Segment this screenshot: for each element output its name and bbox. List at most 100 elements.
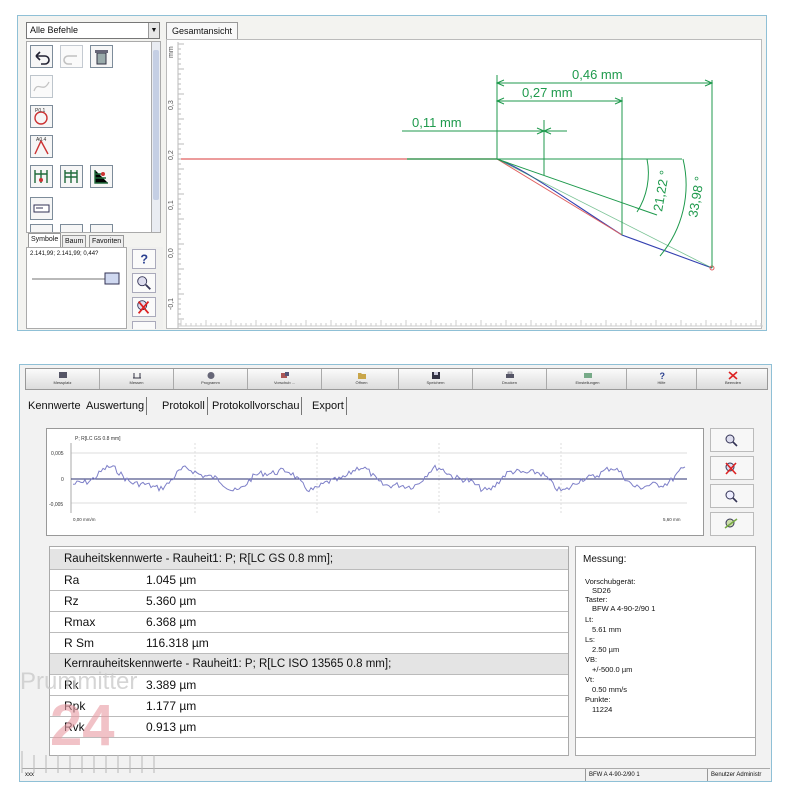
zoom-fit-button[interactable] [710, 512, 754, 536]
toolbar-button-save[interactable]: Speichern [399, 369, 473, 389]
status-probe: BFW A 4-90-2/90 1 [585, 769, 640, 781]
dimension-parallel-icon[interactable] [60, 165, 83, 188]
point-distance-icon[interactable]: P0.1 [30, 105, 53, 128]
roughness-section-header: Rauheitskennwerte - Rauheit1: P; R[LC GS… [50, 549, 568, 570]
coordinates-readout: 2.141,99; 2.141,99; 0,44? [30, 251, 99, 257]
zoom-out-icon [725, 490, 738, 503]
table-row: R Sm 116.318 µm [50, 633, 568, 654]
measure-icon [132, 373, 141, 379]
text-field-icon[interactable] [30, 197, 53, 220]
measurement-info-panel: Messung: Vorschubgerät: SD26 Taster: BFW… [575, 546, 756, 756]
command-filter-dropdown[interactable]: Alle Befehle ▼ [26, 22, 160, 39]
tab-parameters[interactable]: Kennwerte [26, 397, 83, 415]
info-value: 5.61 mm [592, 625, 622, 634]
info-value: 0.50 mm/s [592, 685, 628, 694]
toolbar-button-feed[interactable]: Vorschub ... [248, 369, 322, 389]
dimension-chain-icon[interactable] [30, 165, 53, 188]
tab-favorites[interactable]: Favoriten [89, 235, 125, 247]
table-row: Ra 1.045 µm [50, 570, 568, 591]
zoom-icon [725, 434, 738, 447]
info-value: SD26 [592, 586, 611, 595]
measurement-title: Messung: [583, 554, 627, 565]
info-label: VB: [585, 655, 598, 664]
toolbar-button-settings[interactable]: Einstellungen [549, 369, 627, 389]
print-icon [505, 371, 514, 378]
dimension-coordinate-icon[interactable] [90, 165, 113, 188]
tab-export[interactable]: Export [310, 397, 347, 415]
svg-text:?: ? [140, 253, 148, 267]
more-tool-icon-2[interactable] [90, 224, 113, 232]
roughness-profile-graph: P; R[LC GS 0.8 mm] 0,005 0 -0,005 0,00 m… [46, 428, 704, 536]
cancel-zoom-icon[interactable] [132, 297, 156, 317]
toolbar-button-workplace[interactable]: Messplatz [26, 369, 100, 389]
info-value: 2.50 µm [592, 645, 620, 654]
roughness-software-window: Messplatz Messen Programm Vorschub ... Ö… [19, 364, 772, 782]
measured-profile-slope-red [496, 158, 623, 236]
table-row: Rmax 6.368 µm [50, 612, 568, 633]
chevron-down-icon[interactable]: ▼ [148, 23, 159, 38]
help-icon: ? [659, 371, 665, 380]
table-row: Rpk 1.177 µm [50, 696, 568, 717]
tab-overview[interactable]: Gesamtansicht [166, 22, 239, 39]
status-left: xxx [25, 772, 34, 778]
redo-icon[interactable] [60, 45, 83, 68]
curve-icon[interactable] [30, 75, 53, 98]
y-tick-label: 0,0 [168, 248, 175, 258]
tab-tree[interactable]: Baum [62, 235, 87, 247]
parameter-name: Rz [64, 594, 79, 608]
save-icon [431, 372, 440, 379]
program-icon [207, 372, 214, 379]
x-start-label: 0,00 mm/m [73, 517, 96, 522]
parameter-table: Rauheitskennwerte - Rauheit1: P; R[LC GS… [49, 546, 569, 756]
info-value: BFW A 4-90-2/90 1 [592, 604, 656, 613]
parameter-value: 3.389 µm [146, 678, 197, 692]
profile-title: P; R[LC GS 0.8 mm] [75, 436, 121, 442]
parameter-value: 6.368 µm [146, 615, 197, 629]
y-tick-label: 0,1 [168, 200, 175, 210]
zoom-icon[interactable] [132, 273, 156, 293]
zoom-in-button[interactable] [710, 428, 754, 452]
angle-leg-small [496, 158, 658, 216]
toolbar-button-open[interactable]: Öffnen [325, 369, 399, 389]
info-value: 11224 [592, 705, 613, 714]
tab-symbols[interactable]: Symbole [28, 233, 62, 247]
toolbar-button-measure[interactable]: Messen [100, 369, 174, 389]
svg-text:P0.1: P0.1 [35, 108, 46, 114]
angle-icon[interactable]: A0.4 [30, 135, 53, 158]
tab-protocol-preview[interactable]: Protokollvorschau [210, 397, 303, 415]
toolbar-button-program[interactable]: Programm [174, 369, 248, 389]
y-tick-label: -0,1 [168, 298, 175, 310]
parameter-name: Rmax [64, 615, 96, 629]
parameter-value: 0.913 µm [146, 720, 197, 734]
parameter-name: Ra [64, 573, 80, 587]
undo-icon[interactable] [30, 45, 53, 68]
core-roughness-section-header: Kernrauheitskennwerte - Rauheit1: P; R[L… [50, 654, 568, 675]
y-tick-label: 0 [61, 477, 64, 483]
more-tool-icon[interactable] [60, 224, 83, 232]
delete-icon[interactable] [90, 45, 113, 68]
help-icon[interactable]: ? [132, 249, 156, 269]
y-tick-label: 0,005 [51, 451, 64, 457]
angle-label-large: 33,98 ° [685, 175, 707, 218]
more-side-button[interactable] [132, 321, 156, 329]
tab-evaluation[interactable]: Auswertung [84, 397, 148, 415]
toolbar-button-print[interactable]: Drucken [473, 369, 547, 389]
contour-plot: mm 0,3 0,2 0,1 0,0 -0,1 0,11 mm 0,27 mm … [166, 39, 763, 329]
zoom-out-button[interactable] [710, 484, 754, 508]
toolbar-button-help[interactable]: ? Hilfe [627, 369, 697, 389]
tool-palette-scrollbar[interactable] [151, 41, 161, 233]
contour-software-window: Alle Befehle ▼ Gesamtansicht P0.1 A0.4 S… [17, 15, 767, 331]
side-button-column: ? [128, 247, 163, 329]
roughness-profile-svg: P; R[LC GS 0.8 mm] 0,005 0 -0,005 0,00 m… [49, 436, 687, 522]
tab-protocol[interactable]: Protokoll [160, 397, 208, 415]
divider [576, 737, 755, 738]
toolbar-button-exit[interactable]: Beenden [697, 369, 769, 389]
info-label: Vt: [585, 675, 595, 684]
info-label: Vorschubgerät: [585, 577, 636, 586]
parameter-value: 116.318 µm [146, 636, 209, 650]
svg-text:?: ? [659, 371, 665, 380]
zoom-cancel-button[interactable] [710, 456, 754, 480]
more-tool-icon-3[interactable] [30, 224, 53, 232]
panel-tabs: Symbole Baum Favoriten [26, 233, 161, 247]
contour-plot-svg: mm 0,3 0,2 0,1 0,0 -0,1 0,11 mm 0,27 mm … [168, 42, 763, 328]
